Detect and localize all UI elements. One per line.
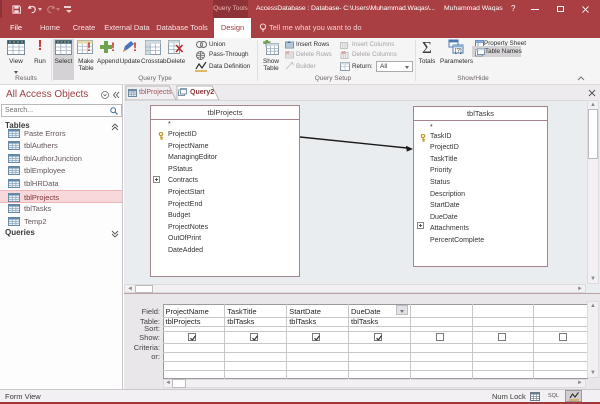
svg-text:[?]: [?]: [455, 49, 462, 55]
